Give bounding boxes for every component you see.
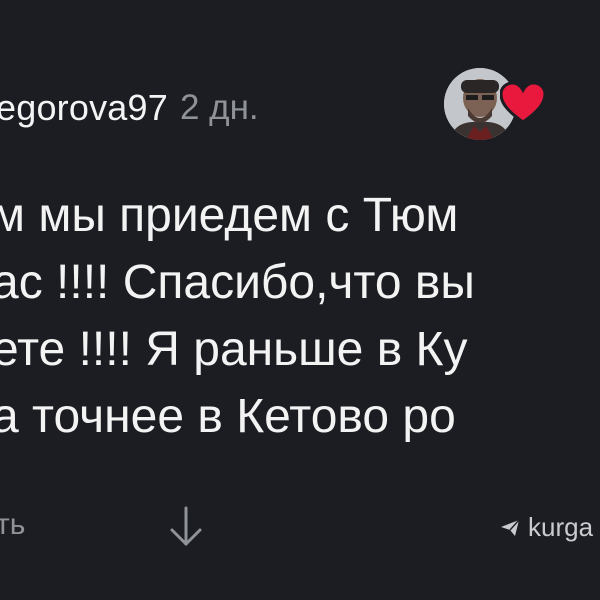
arrow-down-icon[interactable]	[164, 504, 208, 550]
send-icon	[501, 519, 520, 536]
source-link[interactable]: kurga	[500, 512, 593, 543]
comment-actions: ть kurga	[0, 500, 600, 560]
reply-button[interactable]: ть	[0, 508, 25, 542]
username[interactable]: egorova97	[0, 87, 168, 129]
comment-text: м мы приедем с Тюм ас !!!! Спасибо,что в…	[0, 182, 600, 450]
comment-line: ас !!!! Спасибо,что вы	[0, 256, 475, 309]
heart-icon	[499, 81, 547, 124]
source-label: kurga	[528, 512, 594, 542]
comment-line: м мы приедем с Тюм	[0, 189, 459, 242]
comment-card: egorova97 2 дн. м мы приедем с Тюм ас !!…	[0, 0, 600, 600]
comment-line: а точнее в Кетово ро	[0, 390, 456, 443]
author-avatar-group	[444, 68, 554, 148]
comment-time: 2 дн.	[179, 88, 259, 127]
comment-line: ете !!!! Я раньше в Ку	[0, 323, 468, 376]
comment-header: egorova97 2 дн.	[0, 84, 259, 132]
